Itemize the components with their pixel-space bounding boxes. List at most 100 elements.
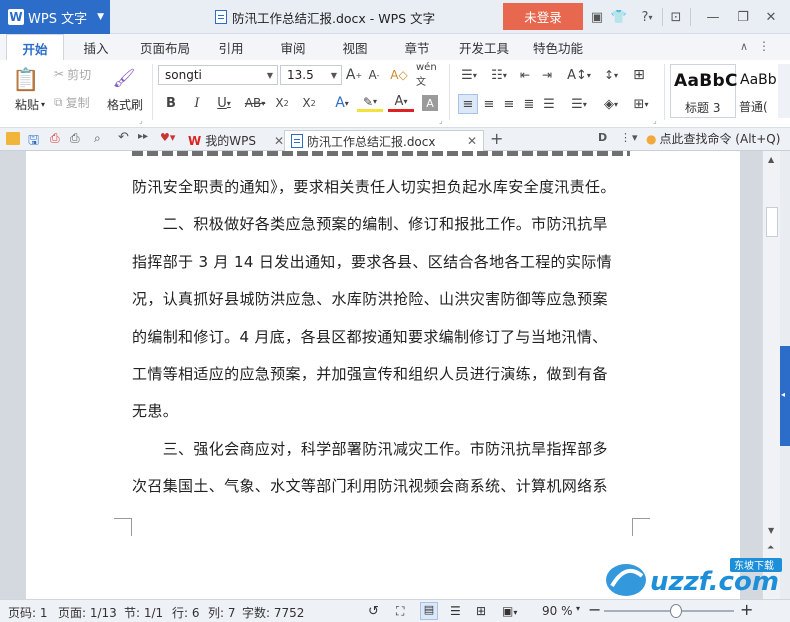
zoom-level[interactable]: 90 % [542, 604, 573, 618]
web-view-icon[interactable]: ⊞ [476, 604, 486, 618]
scroll-down-icon[interactable]: ▼ [768, 526, 774, 535]
app-menu-button[interactable]: W WPS 文字 ▼ [0, 0, 110, 34]
clear-format-icon[interactable]: A◇ [390, 66, 408, 84]
bullet-list-icon[interactable]: ☰ ▾ [456, 66, 482, 84]
borders-icon[interactable]: ⊞ ▾ [628, 94, 654, 114]
status-pages[interactable]: 页面: 1/13 [58, 604, 117, 621]
paste-button[interactable]: 粘贴 ▾ [8, 96, 52, 112]
italic-icon[interactable]: I [188, 94, 206, 112]
style-normal[interactable]: AaBb 普通( [737, 64, 777, 118]
close-tab-icon[interactable]: ✕ [467, 134, 477, 148]
decrease-indent-icon[interactable]: ⇤ [516, 66, 534, 84]
table-grid-icon[interactable]: ⊞ [630, 66, 648, 84]
format-painter-icon[interactable]: 🖌 [110, 64, 138, 92]
char-shading-icon[interactable]: A [422, 95, 438, 111]
scroll-thumb[interactable] [766, 207, 778, 237]
help-icon[interactable]: ? ▾ [634, 8, 660, 26]
maximize-icon[interactable]: ❐ [735, 8, 751, 26]
chevron-down-icon[interactable]: ▾ [576, 604, 580, 613]
dialog-launcher-icon[interactable]: ⌟ [653, 116, 657, 125]
close-tab-icon[interactable]: ✕ [274, 134, 284, 148]
shirt-icon[interactable]: 👕 [611, 8, 627, 26]
style-heading3[interactable]: AaBbC 标题 3 [670, 64, 737, 118]
font-name-select[interactable]: songti ▼ [158, 65, 278, 85]
tab-developer[interactable]: 开发工具 [452, 34, 516, 60]
tab-insert[interactable]: 插入 [70, 34, 122, 60]
tab-review[interactable]: 审阅 [270, 34, 316, 60]
undo-icon[interactable]: ↶ [118, 130, 129, 145]
zoom-out-icon[interactable]: − [588, 600, 601, 619]
outline-view-icon[interactable]: ☰ [450, 604, 461, 618]
font-color-icon[interactable]: A ▾ [388, 94, 414, 112]
vertical-scrollbar[interactable]: ▲ ▼ ⏶ ● [762, 151, 780, 599]
tab-page-layout[interactable]: 页面布局 [130, 34, 200, 60]
more-icon[interactable]: ⋮ [758, 39, 770, 53]
paste-icon[interactable]: 📋 [10, 66, 42, 94]
distributed-icon[interactable]: ☰ [540, 94, 558, 114]
status-page[interactable]: 页码: 1 [8, 604, 48, 621]
minimize-icon[interactable]: — [705, 8, 721, 26]
document-manager-icon[interactable]: D [598, 131, 607, 144]
copy-button[interactable]: ⧉ 复制 [54, 93, 90, 111]
export-pdf-icon[interactable]: ⎙ [50, 131, 60, 146]
align-left-icon[interactable]: ≡ [458, 94, 478, 114]
chevron-down-icon[interactable]: ▾ [632, 131, 638, 144]
status-row[interactable]: 行: 6 [172, 604, 200, 621]
more-quick-icon[interactable]: ▸▸ [138, 131, 148, 142]
superscript-icon[interactable]: X2 [273, 94, 291, 112]
status-col[interactable]: 列: 7 [208, 604, 236, 621]
dialog-launcher-icon[interactable]: ⌟ [439, 116, 443, 125]
cut-button[interactable]: ✂ 剪切 [54, 65, 91, 83]
full-screen-icon[interactable]: ⛶ [396, 604, 404, 619]
shrink-font-icon[interactable]: A- [365, 66, 383, 84]
paragraph-shading-icon[interactable]: ◈ ▾ [598, 94, 624, 114]
phonetic-guide-icon[interactable]: wén文 [416, 62, 444, 88]
previous-page-icon[interactable]: ⏶ [767, 543, 774, 553]
new-tab-icon[interactable]: + [490, 129, 503, 148]
print-preview-icon[interactable]: ⌕ [94, 131, 101, 146]
tab-chapter[interactable]: 章节 [394, 34, 440, 60]
scroll-up-icon[interactable]: ▲ [768, 155, 774, 164]
tab-features[interactable]: 特色功能 [526, 34, 590, 60]
font-size-select[interactable]: 13.5 ▼ [280, 65, 342, 85]
align-center-icon[interactable]: ≡ [480, 94, 498, 114]
text-direction-icon[interactable]: A↕ ▾ [564, 66, 594, 84]
styles-scroll[interactable] [778, 64, 790, 118]
align-right-icon[interactable]: ≡ [500, 94, 518, 114]
print-icon[interactable]: ⎙ [70, 131, 80, 146]
login-button[interactable]: 未登录 [503, 3, 583, 30]
tab-references[interactable]: 引用 [208, 34, 254, 60]
customize-icon[interactable]: ♥▾ [160, 131, 175, 144]
revision-icon[interactable]: ↺ [368, 604, 379, 619]
dialog-launcher-icon[interactable]: ⌟ [139, 116, 143, 125]
page-view-icon[interactable]: ▤ [420, 602, 438, 620]
skin-icon[interactable]: ▣ [589, 8, 605, 26]
open-folder-icon[interactable] [6, 132, 20, 145]
line-spacing-icon[interactable]: ☰ ▾ [566, 94, 592, 114]
zoom-slider-thumb[interactable] [669, 604, 682, 618]
collapse-ribbon-icon[interactable]: ∧ [740, 40, 748, 53]
zoom-in-icon[interactable]: + [740, 600, 753, 619]
tab-start[interactable]: 开始 [6, 34, 64, 61]
status-section[interactable]: 节: 1/1 [124, 604, 163, 621]
find-command-box[interactable]: ● 点此查找命令 (Alt+Q) [646, 130, 780, 147]
status-word-count[interactable]: 字数: 7752 [242, 604, 304, 621]
subscript-icon[interactable]: X2 [300, 94, 318, 112]
increase-indent-icon[interactable]: ⇥ [538, 66, 556, 84]
more-tabs-icon[interactable]: ⋮ [620, 131, 631, 144]
strikethrough-icon[interactable]: AB ▾ [240, 94, 270, 112]
close-icon[interactable]: ✕ [763, 8, 779, 26]
text-effect-icon[interactable]: A ▾ [330, 94, 354, 112]
format-painter-button[interactable]: 格式刷 [102, 96, 148, 112]
numbered-list-icon[interactable]: ☷ ▾ [486, 66, 512, 84]
save-icon[interactable]: 🖫 [28, 131, 39, 153]
justify-icon[interactable]: ≣ [520, 94, 538, 114]
tab-document[interactable]: 防汛工作总结汇报.docx ✕ [284, 130, 484, 151]
restore-window-icon[interactable]: ⊡ [668, 8, 684, 26]
tab-view[interactable]: 视图 [332, 34, 378, 60]
highlight-icon[interactable]: ✎ ▾ [357, 94, 383, 112]
reading-view-icon[interactable]: ▣▾ [502, 604, 517, 618]
underline-icon[interactable]: U ▾ [210, 94, 238, 112]
grow-font-icon[interactable]: A + [345, 66, 363, 84]
tab-my-wps[interactable]: W 我的WPS ✕ [182, 130, 290, 151]
